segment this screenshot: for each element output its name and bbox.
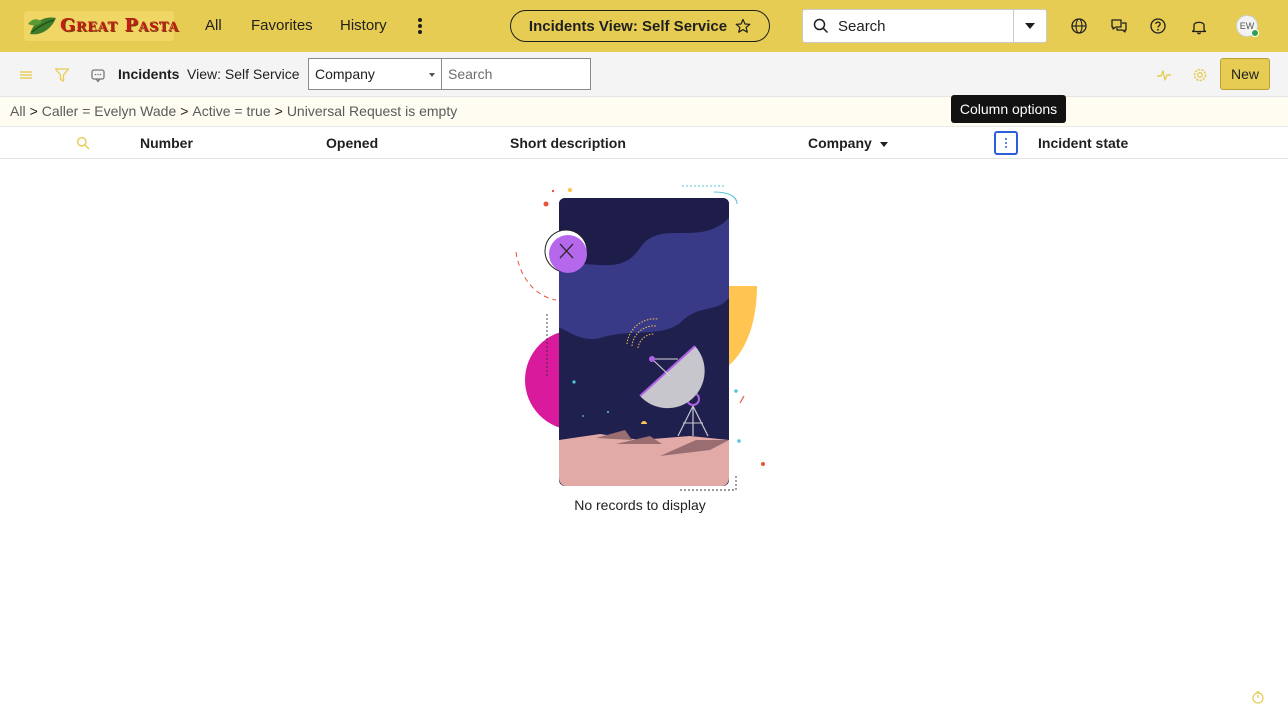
- breadcrumb-separator: >: [29, 103, 38, 119]
- search-icon: [813, 18, 829, 34]
- search-field-value: Company: [315, 66, 375, 82]
- select-caret-icon: [429, 73, 435, 77]
- column-incident-state[interactable]: Incident state: [1038, 135, 1128, 151]
- global-search-label: Search: [838, 18, 886, 35]
- nav-all[interactable]: All: [205, 17, 222, 34]
- list-view-label: View: Self Service: [187, 66, 300, 82]
- brand-logo[interactable]: Great Pasta: [24, 11, 178, 41]
- view-title-pill[interactable]: Incidents View: Self Service: [510, 10, 770, 42]
- breadcrumb-active[interactable]: Active = true: [192, 103, 270, 119]
- list-search-input[interactable]: [441, 58, 591, 90]
- gear-icon[interactable]: [1191, 66, 1209, 84]
- list-column-header: Number Opened Short description Company …: [0, 127, 1288, 159]
- chat-icon[interactable]: [1109, 16, 1129, 36]
- global-search[interactable]: Search: [802, 9, 1047, 43]
- globe-icon[interactable]: [1069, 16, 1089, 36]
- column-opened[interactable]: Opened: [326, 135, 378, 151]
- column-options-button[interactable]: [994, 131, 1018, 155]
- hamburger-menu-icon[interactable]: [17, 66, 35, 84]
- basil-leaf-icon: [28, 17, 56, 35]
- breadcrumb-universal-request[interactable]: Universal Request is empty: [287, 103, 457, 119]
- list-title[interactable]: Incidents: [118, 66, 179, 82]
- top-header: Great Pasta All Favorites History Incide…: [0, 0, 1288, 52]
- column-company[interactable]: Company: [808, 135, 888, 151]
- nav-favorites[interactable]: Favorites: [251, 17, 313, 34]
- more-menu-icon[interactable]: [414, 16, 426, 36]
- timer-icon[interactable]: [1251, 690, 1265, 704]
- breadcrumb-caller[interactable]: Caller = Evelyn Wade: [42, 103, 176, 119]
- presence-indicator: [1251, 29, 1259, 37]
- user-avatar[interactable]: EW: [1236, 15, 1259, 37]
- logo-text: Great Pasta: [60, 15, 179, 36]
- empty-state-message: No records to display: [574, 497, 706, 513]
- new-button[interactable]: New: [1220, 58, 1270, 90]
- chevron-down-icon: [1025, 23, 1035, 29]
- help-icon[interactable]: [1148, 16, 1168, 36]
- bell-icon[interactable]: [1189, 16, 1209, 36]
- empty-state-illustration: [515, 185, 765, 491]
- search-scope-dropdown[interactable]: [1013, 10, 1046, 42]
- search-field-select[interactable]: Company: [308, 58, 442, 90]
- chat-bubble-icon[interactable]: [89, 66, 107, 84]
- breadcrumb-all[interactable]: All: [10, 103, 26, 119]
- column-options-tooltip: Column options: [951, 95, 1066, 123]
- breadcrumb-separator: >: [180, 103, 189, 119]
- nav-history[interactable]: History: [340, 17, 387, 34]
- star-icon[interactable]: [735, 18, 751, 34]
- column-company-label: Company: [808, 135, 872, 151]
- column-search-icon[interactable]: [76, 136, 90, 150]
- breadcrumb-separator: >: [274, 103, 283, 119]
- activity-icon[interactable]: [1155, 66, 1173, 84]
- view-title: Incidents View: Self Service: [528, 17, 728, 35]
- sort-descending-icon: [879, 141, 888, 147]
- filter-icon[interactable]: [53, 66, 71, 84]
- column-number[interactable]: Number: [140, 135, 193, 151]
- list-toolbar: Incidents View: Self Service Company New: [0, 52, 1288, 97]
- filter-breadcrumb: All > Caller = Evelyn Wade > Active = true > U…: [0, 97, 1288, 127]
- column-short-description[interactable]: Short description: [510, 135, 626, 151]
